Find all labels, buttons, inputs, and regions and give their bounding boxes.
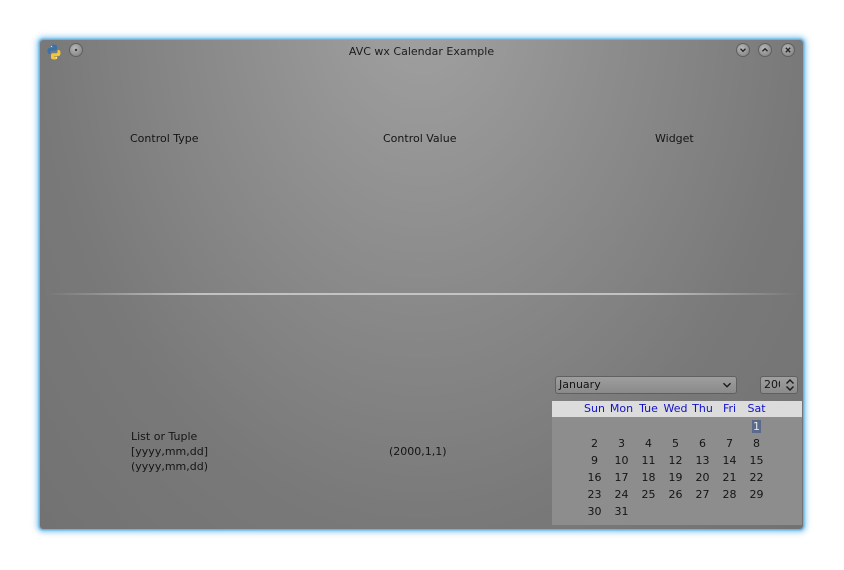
calendar-day[interactable]: 9	[581, 453, 608, 468]
year-spinner[interactable]: 200	[760, 376, 798, 394]
calendar-day[interactable]: 26	[662, 487, 689, 502]
calendar-day[interactable]: 18	[635, 470, 662, 485]
calendar-day[interactable]: 16	[581, 470, 608, 485]
month-select-value: January	[559, 378, 601, 391]
calendar-grid[interactable]: Sun Mon Tue Wed Thu Fri Sat 1 2 3 4 5 6 7 8 9 10 11 12 13 1…	[552, 401, 802, 525]
calendar-day[interactable]: 30	[581, 504, 608, 519]
weekday-label: Thu	[692, 402, 713, 415]
row-divider	[46, 293, 798, 295]
calendar-day[interactable]: 23	[581, 487, 608, 502]
header-widget: Widget	[655, 132, 694, 145]
calendar-day[interactable]: 12	[662, 453, 689, 468]
calendar-day[interactable]: 29	[743, 487, 770, 502]
calendar-day[interactable]: 7	[716, 436, 743, 451]
control-type-cell: List or Tuple [yyyy,mm,dd] (yyyy,mm,dd)	[131, 429, 208, 474]
spin-arrows-icon[interactable]	[785, 378, 795, 393]
calendar-day[interactable]: 19	[662, 470, 689, 485]
weekday-header: Sun Mon Tue Wed Thu Fri Sat	[552, 401, 802, 417]
year-value: 200	[764, 378, 780, 391]
control-type-line-2: [yyyy,mm,dd]	[131, 445, 209, 458]
calendar-day[interactable]: 3	[608, 436, 635, 451]
calendar-day[interactable]: 8	[743, 436, 770, 451]
calendar-day[interactable]: 4	[635, 436, 662, 451]
weekday-label: Sun	[584, 402, 605, 415]
calendar-day[interactable]: 14	[716, 453, 743, 468]
calendar-day[interactable]: 27	[689, 487, 716, 502]
weekday-label: Tue	[639, 402, 658, 415]
calendar-day[interactable]: 17	[608, 470, 635, 485]
month-select[interactable]: January	[555, 376, 737, 394]
control-value-cell: (2000,1,1)	[389, 445, 447, 458]
header-control-type: Control Type	[130, 132, 199, 145]
close-icon[interactable]	[781, 43, 795, 57]
calendar-day[interactable]: 22	[743, 470, 770, 485]
weekday-label: Mon	[609, 402, 634, 415]
app-window: AVC wx Calendar Example Control Type Con…	[40, 40, 803, 529]
calendar-day[interactable]: 2	[581, 436, 608, 451]
calendar-day[interactable]: 21	[716, 470, 743, 485]
calendar-day[interactable]: 24	[608, 487, 635, 502]
window-title: AVC wx Calendar Example	[348, 45, 495, 58]
chevron-down-icon	[722, 380, 732, 393]
maximize-icon[interactable]	[758, 43, 772, 57]
title-bar[interactable]: AVC wx Calendar Example	[40, 40, 803, 64]
calendar-day[interactable]: 10	[608, 453, 635, 468]
calendar-day[interactable]: 5	[662, 436, 689, 451]
calendar-day[interactable]: 31	[608, 504, 635, 519]
calendar-day[interactable]: 20	[689, 470, 716, 485]
calendar-day-selected[interactable]: 1	[743, 419, 770, 434]
header-control-value: Control Value	[383, 132, 457, 145]
calendar-day[interactable]: 25	[635, 487, 662, 502]
calendar-day[interactable]: 15	[743, 453, 770, 468]
minimize-icon[interactable]	[736, 43, 750, 57]
calendar-day[interactable]: 11	[635, 453, 662, 468]
calendar-day[interactable]: 28	[716, 487, 743, 502]
weekday-label: Wed	[663, 402, 688, 415]
control-type-line-1: List or Tuple	[131, 430, 198, 443]
control-type-line-3: (yyyy,mm,dd)	[131, 460, 209, 473]
weekday-label: Sat	[747, 402, 766, 415]
calendar-day[interactable]: 6	[689, 436, 716, 451]
weekday-label: Fri	[722, 402, 737, 415]
calendar-day[interactable]: 13	[689, 453, 716, 468]
